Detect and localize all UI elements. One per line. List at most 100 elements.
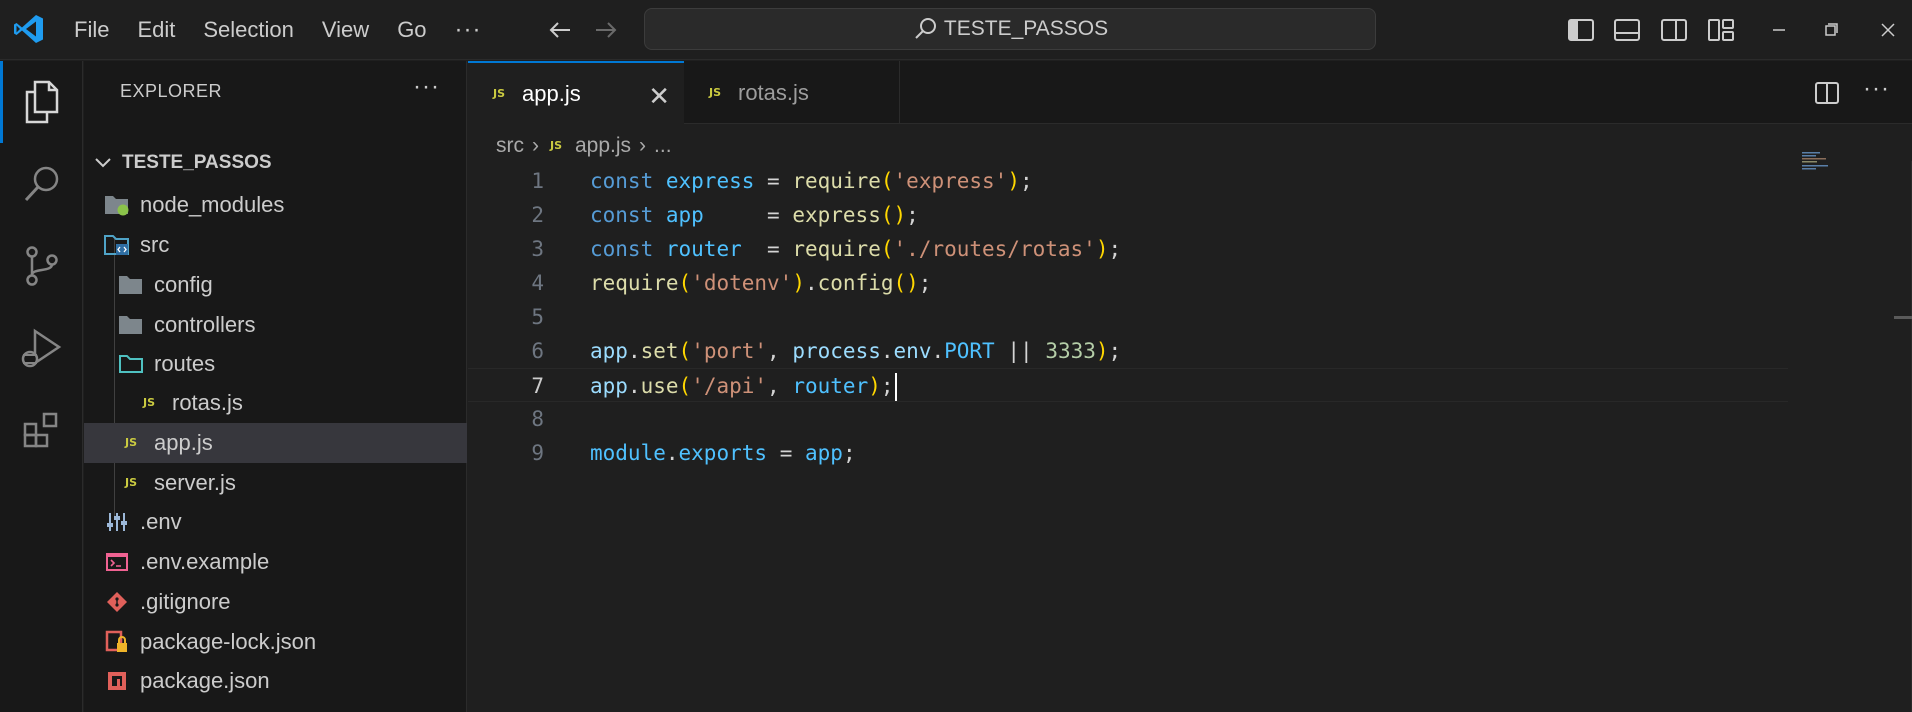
tree-item-env-example[interactable]: .env.example [84,542,467,582]
forward-arrow-icon[interactable] [590,14,622,46]
source-control-icon [25,246,58,286]
console-file-icon [104,549,130,575]
scrollbar-cursor-marker [1894,316,1912,319]
tree-item-label: server.js [154,470,236,495]
tree-item-gitignore[interactable]: .gitignore [84,582,467,622]
breadcrumb: src › JS app.js › ... [496,131,672,161]
explorer-activity[interactable] [0,61,83,143]
menu-bar: File Edit Selection View Go ··· [60,0,496,60]
tree-item-label: config [154,272,213,297]
activity-bar [0,61,83,712]
line-number: 6 [531,339,544,363]
tree-item-label: .env [140,509,182,534]
tree-item-routes[interactable]: routes [84,344,467,384]
text-cursor [894,373,897,401]
code-line-text: const router = require('./routes/rotas')… [590,237,1122,261]
code-line[interactable]: 9 module.exports = app; [468,436,1788,470]
code-line[interactable]: 8 [468,402,1788,436]
tree-item-src[interactable]: src [84,225,467,265]
tree-item-label: .env.example [140,549,270,574]
minimize-icon[interactable] [1764,14,1794,46]
line-number: 5 [531,305,544,329]
folder-icon [118,272,144,298]
code-line-text: module.exports = app; [590,441,856,465]
tree-item-label: src [140,232,170,257]
editor-area: JS app.js ✕ JS rotas.js ··· src › JS app… [468,61,1912,712]
menu-go[interactable]: Go [383,10,440,50]
customize-layout-icon[interactable] [1706,14,1736,46]
run-debug-icon [21,328,61,368]
back-arrow-icon[interactable] [544,14,576,46]
code-line-current[interactable]: 7 app.use('/api', router); [468,368,1788,402]
breadcrumb-file[interactable]: app.js [575,134,631,158]
editor-more-icon[interactable]: ··· [1863,75,1890,103]
tree-item-app-js[interactable]: JS app.js [84,423,467,463]
vscode-logo-icon[interactable] [12,12,46,46]
close-icon[interactable]: ✕ [648,81,670,112]
breadcrumb-more[interactable]: ... [654,134,672,158]
code-line-text: require('dotenv').config(); [590,271,932,295]
tree-item-server-js[interactable]: JS server.js [84,463,467,503]
run-debug-activity[interactable] [0,307,83,389]
explorer-sidebar: EXPLORER ··· TESTE_PASSOS node_modules s… [84,61,467,712]
menu-more-icon[interactable]: ··· [441,16,496,44]
extensions-icon [23,412,57,448]
minimap[interactable] [1802,151,1842,171]
folder-node-icon [104,192,130,218]
code-line[interactable]: 5 [468,300,1788,334]
line-number: 7 [531,374,544,398]
folder-open-icon [118,351,144,377]
toggle-primary-sidebar-icon[interactable] [1566,14,1596,46]
tree-item-label: routes [154,351,216,376]
line-number: 9 [531,441,544,465]
js-file-icon: JS [549,139,562,152]
chevron-right-icon: › [532,134,539,157]
breadcrumb-folder[interactable]: src [496,134,524,158]
split-editor-icon[interactable] [1812,78,1842,108]
search-icon [915,18,936,39]
code-line[interactable]: 6 app.set('port', process.env.PORT || 333… [468,334,1788,368]
tab-label: app.js [522,80,581,106]
search-activity[interactable] [0,143,83,225]
project-name: TESTE_PASSOS [122,152,272,173]
js-file-icon: JS [124,476,137,489]
menu-view[interactable]: View [308,10,383,50]
menu-edit[interactable]: Edit [123,10,189,50]
command-center-label: TESTE_PASSOS [943,17,1109,40]
tab-app-js[interactable]: JS app.js ✕ [468,61,684,124]
source-control-activity[interactable] [0,225,83,307]
line-number: 4 [531,271,544,295]
tree-item-package-lock-json[interactable]: package-lock.json [84,622,467,662]
toggle-panel-icon[interactable] [1612,14,1642,46]
tree-item-label: app.js [154,430,213,455]
files-icon [25,80,59,124]
extensions-activity[interactable] [0,389,83,471]
toggle-secondary-sidebar-icon[interactable] [1659,14,1689,46]
restore-icon[interactable] [1816,14,1846,46]
code-line-text: app.use('/api', router); [590,369,897,403]
tree-item-config[interactable]: config [84,265,467,305]
code-line-text: app.set('port', process.env.PORT || 3333… [590,339,1122,363]
close-window-icon[interactable] [1873,14,1903,46]
line-number: 1 [531,169,544,193]
menu-file[interactable]: File [60,10,123,50]
tree-item-controllers[interactable]: controllers [84,305,467,345]
menu-selection[interactable]: Selection [189,10,308,50]
code-line[interactable]: 1 const express = require('express'); [468,164,1788,198]
tree-item-node-modules[interactable]: node_modules [84,185,467,225]
code-line[interactable]: 3 const router = require('./routes/rotas'… [468,232,1788,266]
code-line[interactable]: 4 require('dotenv').config(); [468,266,1788,300]
tree-item-label: package.json [140,668,270,693]
npm-file-icon [104,668,130,694]
tab-label: rotas.js [738,79,809,105]
tree-item-env[interactable]: .env [84,502,467,542]
tree-item-label: rotas.js [172,390,243,415]
tree-item-package-json[interactable]: package.json [84,661,467,701]
tree-item-label: controllers [154,312,256,337]
code-line[interactable]: 2 const app = express(); [468,198,1788,232]
project-root[interactable]: TESTE_PASSOS [84,143,467,183]
command-center-search[interactable]: TESTE_PASSOS [644,8,1376,50]
explorer-more-icon[interactable]: ··· [413,73,440,101]
tab-rotas-js[interactable]: JS rotas.js [684,61,900,124]
tree-item-rotas-js[interactable]: JS rotas.js [84,383,467,423]
